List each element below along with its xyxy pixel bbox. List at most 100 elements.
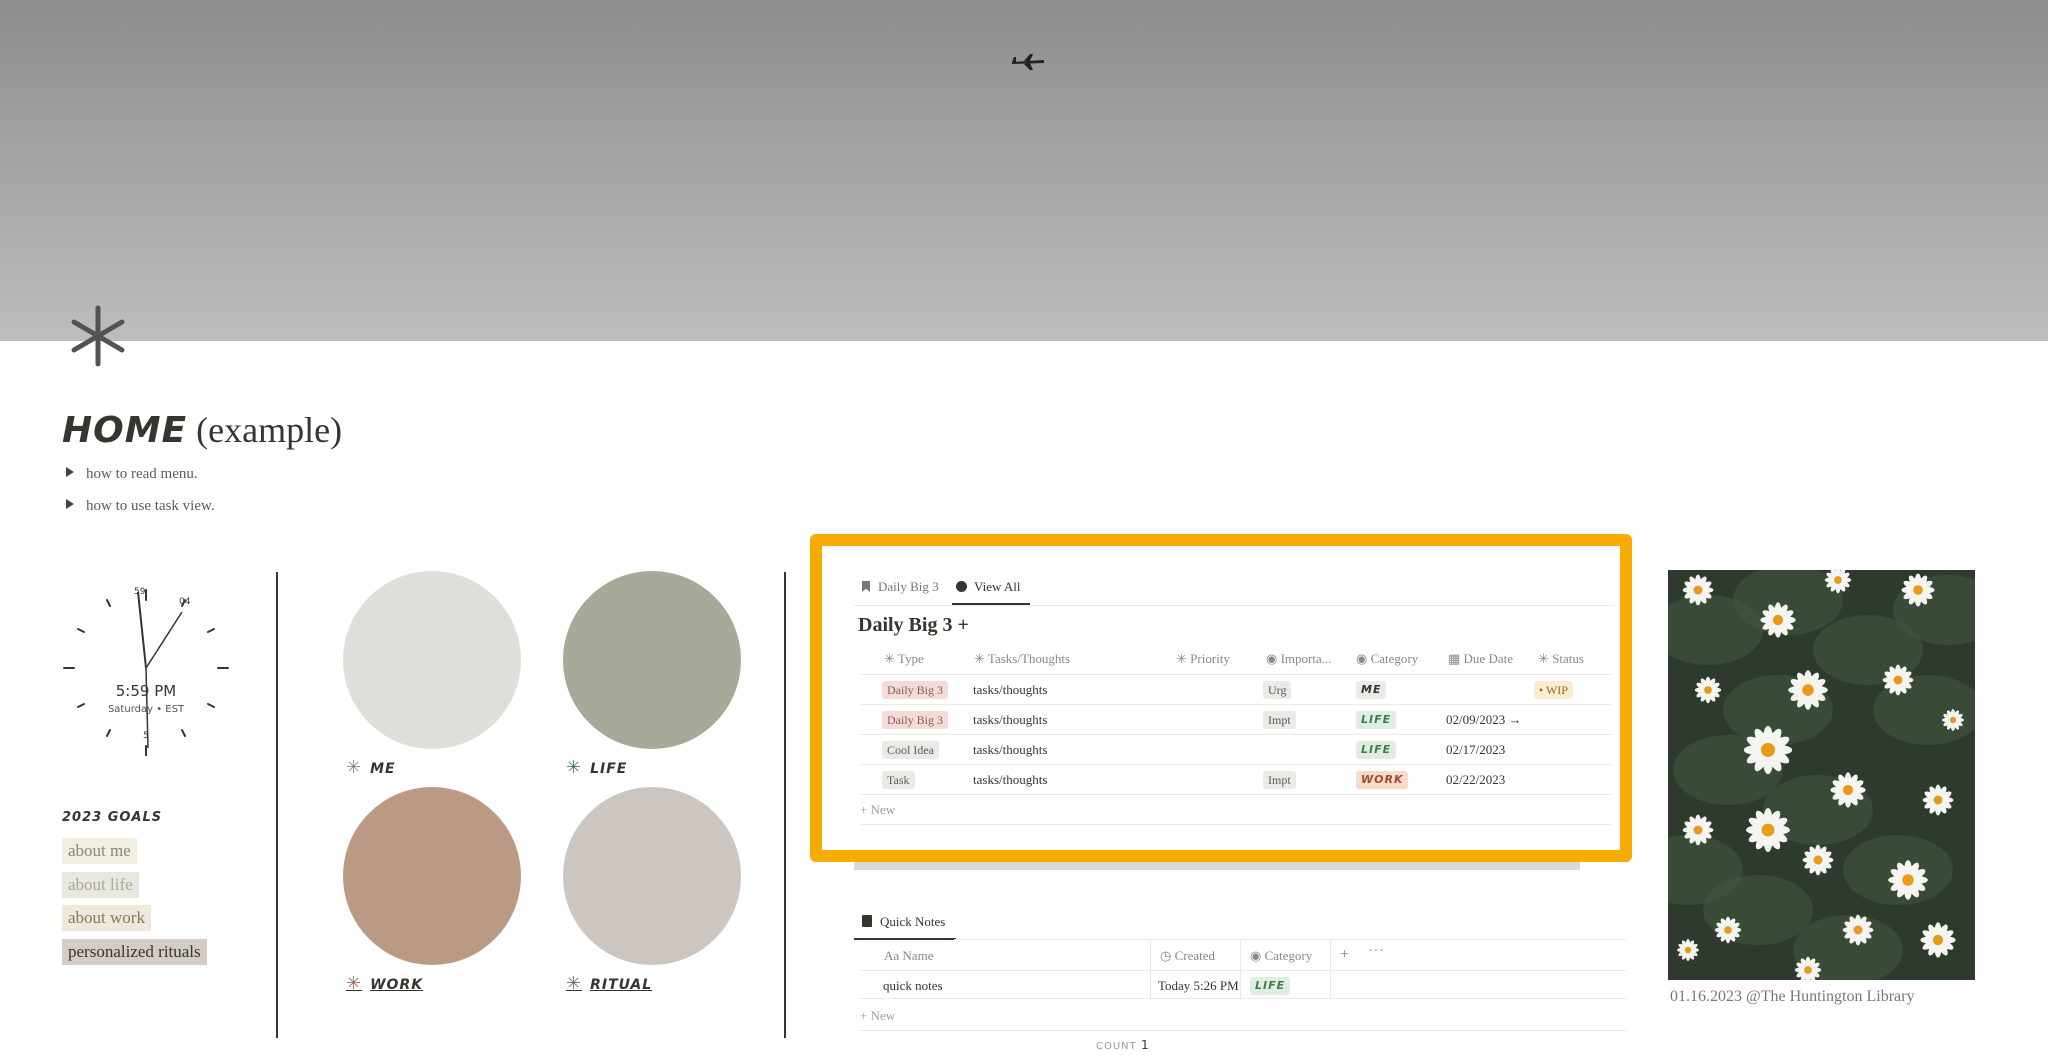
column-label: Category <box>1264 948 1313 963</box>
plus-icon: + <box>860 802 871 817</box>
column-header-importance[interactable]: ◉ Importa... <box>1266 651 1332 667</box>
tab-quick-notes[interactable]: Quick Notes <box>862 914 945 930</box>
task-cell[interactable]: tasks/thoughts <box>973 742 1047 758</box>
area-ritual-circle[interactable] <box>563 787 741 965</box>
active-tab-indicator <box>854 938 956 940</box>
importance-tag[interactable]: Impt <box>1263 711 1296 729</box>
divider <box>860 794 1612 795</box>
count-footer: COUNT 1 <box>1096 1038 1150 1052</box>
task-cell[interactable]: tasks/thoughts <box>973 682 1047 698</box>
area-work-circle[interactable] <box>343 787 521 965</box>
tab-daily-big-3[interactable]: Daily Big 3 <box>862 579 939 595</box>
goal-link-personalized-rituals[interactable]: personalized rituals <box>62 939 207 965</box>
airplane-icon <box>1012 54 1044 70</box>
divider <box>860 704 1612 705</box>
asterisk-icon: ✳ <box>566 757 583 778</box>
task-cell[interactable]: tasks/thoughts <box>973 772 1047 788</box>
type-tag[interactable]: Cool Idea <box>882 741 939 759</box>
clock-mark: 59 <box>134 587 146 597</box>
goal-link-about-me[interactable]: about me <box>62 838 137 864</box>
column-header-type[interactable]: ✳ Type <box>884 651 924 667</box>
due-date-cell[interactable]: 02/22/2023 <box>1446 772 1505 788</box>
area-label: WORK <box>370 977 424 993</box>
area-life-circle[interactable] <box>563 571 741 749</box>
category-tag[interactable]: LIFE <box>1356 711 1397 729</box>
divider <box>854 605 1614 606</box>
note-created-cell: Today 5:26 PM <box>1158 978 1239 993</box>
column-divider <box>1330 940 1331 998</box>
divider <box>860 824 1612 825</box>
category-tag[interactable]: LIFE <box>1250 977 1291 995</box>
cover-image <box>0 0 2048 341</box>
area-work-link[interactable]: ✳ WORK <box>346 973 423 994</box>
task-cell[interactable]: tasks/thoughts <box>973 712 1047 728</box>
importance-tag[interactable]: Urg <box>1263 681 1292 699</box>
column-label: Name <box>902 948 934 963</box>
area-ritual-link[interactable]: ✳ RITUAL <box>566 973 652 994</box>
divider <box>954 939 1626 940</box>
database-title[interactable]: Daily Big 3 + <box>858 614 969 637</box>
category-tag[interactable]: ME <box>1356 681 1387 699</box>
goals-heading: 2023 GOALS <box>62 810 163 825</box>
tab-label: Quick Notes <box>880 914 946 929</box>
new-row-button[interactable]: + New <box>860 802 895 818</box>
clock-mark: 04 <box>179 597 191 607</box>
column-label: Category <box>1370 651 1419 666</box>
area-me-circle[interactable] <box>343 571 521 749</box>
divider <box>860 970 1626 971</box>
due-date-cell[interactable]: 02/17/2023 <box>1446 742 1505 758</box>
toggle-triangle-icon[interactable] <box>66 499 74 509</box>
goal-link-about-work[interactable]: about work <box>62 905 151 931</box>
toggle-read-menu[interactable]: how to read menu. <box>66 466 198 483</box>
daisy-photo[interactable] <box>1668 570 1975 980</box>
area-label: LIFE <box>590 761 628 777</box>
column-label: Type <box>897 651 924 666</box>
importance-tag[interactable]: Impt <box>1263 771 1296 789</box>
toggle-task-view[interactable]: how to use task view. <box>66 498 215 515</box>
bookmark-icon <box>862 581 870 592</box>
toggle-triangle-icon[interactable] <box>66 467 74 477</box>
column-header-created[interactable]: ◷ Created <box>1160 948 1215 964</box>
tab-view-all[interactable]: View All <box>956 579 1021 595</box>
page-title[interactable]: HOME (example) <box>62 408 342 453</box>
note-name-cell[interactable]: quick notes <box>883 978 943 994</box>
asterisk-icon[interactable] <box>66 304 130 368</box>
status-tag[interactable]: • WIP <box>1534 681 1573 699</box>
plus-icon: + <box>860 1008 871 1023</box>
divider <box>860 1030 1626 1031</box>
column-header-priority[interactable]: ✳ Priority <box>1176 651 1230 667</box>
photo-caption: 01.16.2023 @The Huntington Library <box>1670 988 1915 1005</box>
column-header-name[interactable]: Aa Name <box>884 948 933 964</box>
category-tag[interactable]: LIFE <box>1356 741 1397 759</box>
divider <box>860 674 1612 675</box>
count-label: COUNT <box>1096 1041 1137 1052</box>
type-tag[interactable]: Daily Big 3 <box>882 711 948 729</box>
column-divider <box>276 572 278 1038</box>
type-tag[interactable]: Task <box>882 771 915 789</box>
column-header-tasks[interactable]: ✳ Tasks/Thoughts <box>974 651 1070 667</box>
column-header-category[interactable]: ◉ Category <box>1250 948 1312 964</box>
column-label: Tasks/Thoughts <box>987 651 1071 666</box>
goal-link-about-life[interactable]: about life <box>62 872 139 898</box>
column-header-category[interactable]: ◉ Category <box>1356 651 1418 667</box>
tab-label: Daily Big 3 <box>878 579 939 594</box>
scrollbar[interactable] <box>854 862 1580 870</box>
page-title-rest: (example) <box>187 410 343 450</box>
column-label: Importa... <box>1280 651 1332 666</box>
more-options-button[interactable]: ··· <box>1368 944 1385 960</box>
area-me-link[interactable]: ✳ ME <box>346 757 396 778</box>
due-date-cell[interactable]: 02/09/2023 → <box>1446 712 1521 728</box>
notes-icon <box>862 915 872 927</box>
category-tag[interactable]: WORK <box>1356 771 1409 789</box>
column-label: Created <box>1174 948 1216 963</box>
new-note-button[interactable]: + New <box>860 1008 895 1024</box>
clock-mark: 5 <box>143 731 149 741</box>
column-header-status[interactable]: ✳ Status <box>1538 651 1584 667</box>
area-life-link[interactable]: ✳ LIFE <box>566 757 627 778</box>
divider <box>860 764 1612 765</box>
column-header-due-date[interactable]: ▦ Due Date <box>1448 651 1513 667</box>
add-column-button[interactable]: + <box>1340 946 1349 964</box>
clock-widget: 59 04 5 5:59 PM Saturday • EST <box>58 580 234 757</box>
type-tag[interactable]: Daily Big 3 <box>882 681 948 699</box>
column-label: Priority <box>1190 651 1230 666</box>
